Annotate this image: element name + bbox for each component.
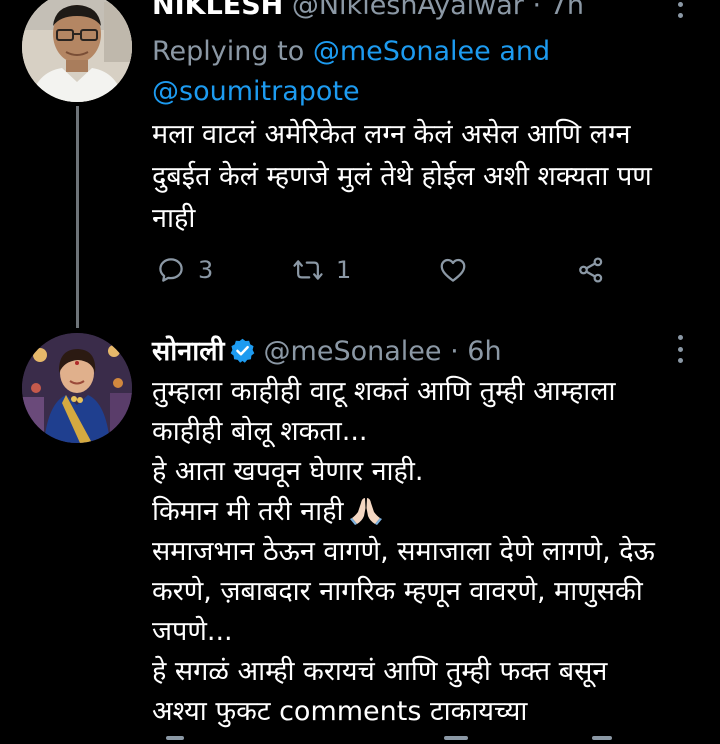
thread-connector-line	[76, 106, 79, 328]
profile-photo-icon	[22, 333, 132, 443]
share-button[interactable]	[576, 248, 606, 292]
folded-hands-icon	[350, 498, 383, 525]
tweet-text-line: दुबईत केलं म्हणजे मुलं तेथे होईल अशी शक्…	[152, 161, 652, 192]
heart-icon	[440, 258, 466, 282]
tweet-text-line: नाही	[152, 203, 196, 234]
reply-icon	[159, 258, 183, 282]
avatar[interactable]	[22, 333, 132, 443]
reply-count: 3	[198, 256, 214, 284]
like-button[interactable]	[438, 248, 468, 292]
tweet-text-line: जपणे...	[152, 616, 233, 647]
tweet-header: NIKLESH @NikleshAyalwar · 7h	[152, 0, 584, 21]
tweet-text-line: समाजभान ठेऊन वागणे, समाजाला देणे लागणे, …	[152, 536, 655, 567]
tweet-text-line: किमान मी तरी नाही	[152, 496, 344, 527]
share-icon	[579, 257, 603, 283]
avatar[interactable]	[22, 0, 132, 102]
tweet-text: तुम्हाला काहीही वाटू शकतं आणि तुम्ही आम्…	[152, 372, 712, 732]
timestamp[interactable]: 6h	[467, 336, 501, 367]
tweet-actions-partial	[152, 736, 712, 744]
reply-button[interactable]: 3	[156, 248, 213, 292]
retweet-icon	[293, 260, 323, 280]
tweet-thread: NIKLESH @NikleshAyalwar · 7h Replying to…	[0, 0, 720, 744]
tweet-text-line: काहीही बोलू शकता...	[152, 416, 368, 447]
more-options-icon[interactable]	[672, 0, 688, 18]
mention-link[interactable]: @meSonalee	[313, 36, 491, 67]
separator-dot: ·	[532, 0, 542, 21]
tweet-text-line: मला वाटलं अमेरिकेत लग्न केलं असेल आणि लग…	[152, 119, 631, 150]
tweet-actions: 3 1	[152, 248, 622, 292]
reply-icon[interactable]	[166, 736, 184, 740]
tweet-text-line: अश्या फुकट comments टाकायच्या	[152, 696, 528, 727]
display-name[interactable]: NIKLESH	[152, 0, 283, 21]
tweet-text-line: हे आता खपवून घेणार नाही.	[152, 456, 424, 487]
display-name[interactable]: सोनाली	[152, 336, 225, 367]
share-icon[interactable]	[592, 736, 612, 740]
timestamp[interactable]: 7h	[550, 0, 584, 21]
retweet-count: 1	[336, 256, 352, 284]
tweet-text-line: करणे, ज़बाबदार नागरिक म्हणून वावरणे, माण…	[152, 576, 643, 607]
retweet-button[interactable]: 1	[292, 248, 351, 292]
replying-and: and	[499, 36, 551, 67]
more-options-icon[interactable]	[672, 335, 688, 363]
tweet-header: सोनाली @meSonalee · 6h	[152, 331, 502, 368]
mention-link[interactable]: @soumitrapote	[152, 76, 360, 107]
tweet-text-line: हे सगळं आम्ही करायचं आणि तुम्ही फक्त बसू…	[152, 656, 608, 687]
replying-to: Replying to @meSonalee and @soumitrapote	[152, 32, 692, 112]
user-handle[interactable]: @meSonalee	[264, 336, 442, 367]
heart-icon[interactable]	[444, 736, 468, 740]
tweet-text-line-with-emoji: किमान मी तरी नाही	[152, 492, 712, 532]
replying-prefix: Replying to	[152, 36, 305, 67]
tweet-text: मला वाटलं अमेरिकेत लग्न केलं असेल आणि लग…	[152, 114, 697, 240]
separator-dot: ·	[450, 336, 459, 367]
profile-photo-icon	[22, 0, 132, 102]
tweet-text-line: तुम्हाला काहीही वाटू शकतं आणि तुम्ही आम्…	[152, 376, 616, 407]
verified-badge-icon	[230, 338, 254, 363]
user-handle[interactable]: @NikleshAyalwar	[292, 0, 524, 21]
